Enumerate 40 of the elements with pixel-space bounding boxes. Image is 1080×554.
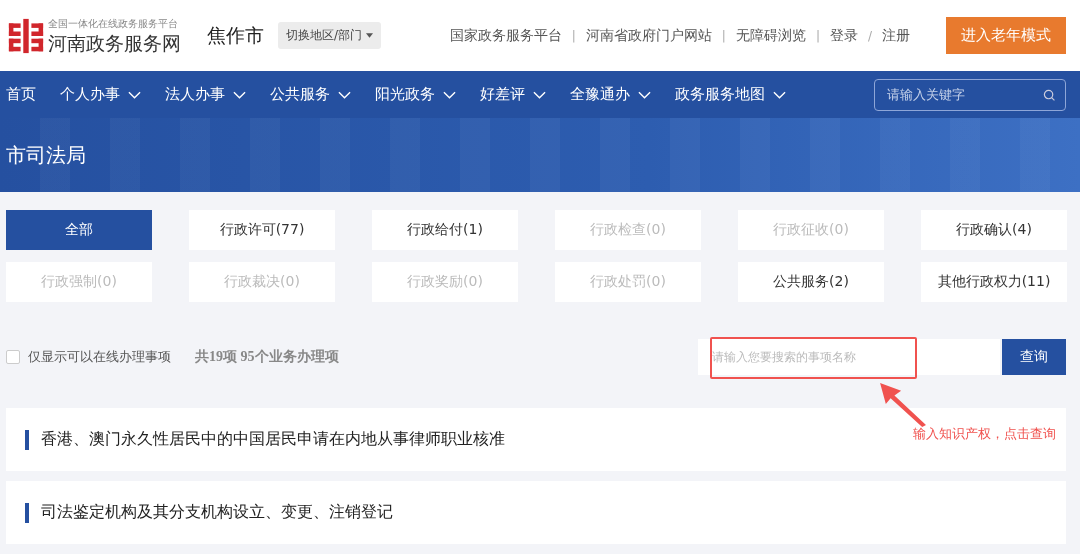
- link-separator: |: [721, 28, 726, 43]
- header-link[interactable]: 无障碍浏览: [735, 26, 806, 45]
- search-field[interactable]: 请输入您要搜索的事项名称: [698, 339, 1000, 375]
- logo-title: 河南政务服务网: [48, 30, 181, 55]
- region-switch-button[interactable]: 切换地区/部门: [278, 22, 382, 49]
- nav-item[interactable]: 阳光政务: [375, 85, 456, 104]
- category-tab[interactable]: 行政确认(4): [921, 210, 1067, 250]
- link-separator: |: [571, 28, 576, 43]
- keyword-search-field[interactable]: 请输入关键字: [874, 78, 1066, 111]
- annotation-text: 输入知识产权，点击查询: [913, 425, 1056, 443]
- query-button[interactable]: 查询: [1002, 339, 1066, 375]
- nav-item[interactable]: 好差评: [480, 85, 546, 104]
- nav-item[interactable]: 政务服务地图: [675, 85, 786, 104]
- search-icon: [1043, 88, 1056, 102]
- header-link[interactable]: 注册: [882, 26, 910, 45]
- item-title[interactable]: 香港、澳门永久性居民中的中国居民申请在内地从事律师职业核准: [41, 429, 505, 450]
- nav-item[interactable]: 首页: [6, 85, 36, 104]
- header-link[interactable]: 登录: [829, 26, 858, 45]
- category-tab[interactable]: 其他行政权力(11): [921, 262, 1067, 302]
- logo-subtitle: 全国一体化在线政务服务平台: [48, 16, 179, 31]
- category-tab[interactable]: 公共服务(2): [738, 262, 884, 302]
- page-title: 市司法局: [6, 141, 86, 169]
- link-separator: |: [815, 28, 820, 43]
- checkbox[interactable]: [6, 350, 20, 364]
- header-link[interactable]: 国家政务服务平台: [449, 26, 562, 45]
- item-title[interactable]: 司法鉴定机构及其分支机构设立、变更、注销登记: [41, 502, 393, 523]
- nav-item[interactable]: 公共服务: [270, 85, 351, 104]
- caret-icon: [366, 33, 374, 38]
- nav-item[interactable]: 个人办事: [60, 85, 141, 104]
- result-summary: 共19项 95个业务办理项: [195, 348, 339, 366]
- nav-item[interactable]: 全豫通办: [570, 85, 651, 104]
- city-name: 焦作市: [207, 22, 264, 48]
- header-link[interactable]: 河南省政府门户网站: [585, 26, 712, 45]
- category-tab[interactable]: 全部: [6, 210, 152, 250]
- category-tab[interactable]: 行政许可(77): [189, 210, 335, 250]
- nav-item[interactable]: 法人办事: [165, 85, 246, 104]
- category-tab[interactable]: 行政给付(1): [372, 210, 518, 250]
- link-separator: /: [867, 28, 872, 43]
- annotation-arrow: [880, 383, 928, 427]
- checkbox-label: 仅显示可以在线办理事项: [28, 348, 171, 366]
